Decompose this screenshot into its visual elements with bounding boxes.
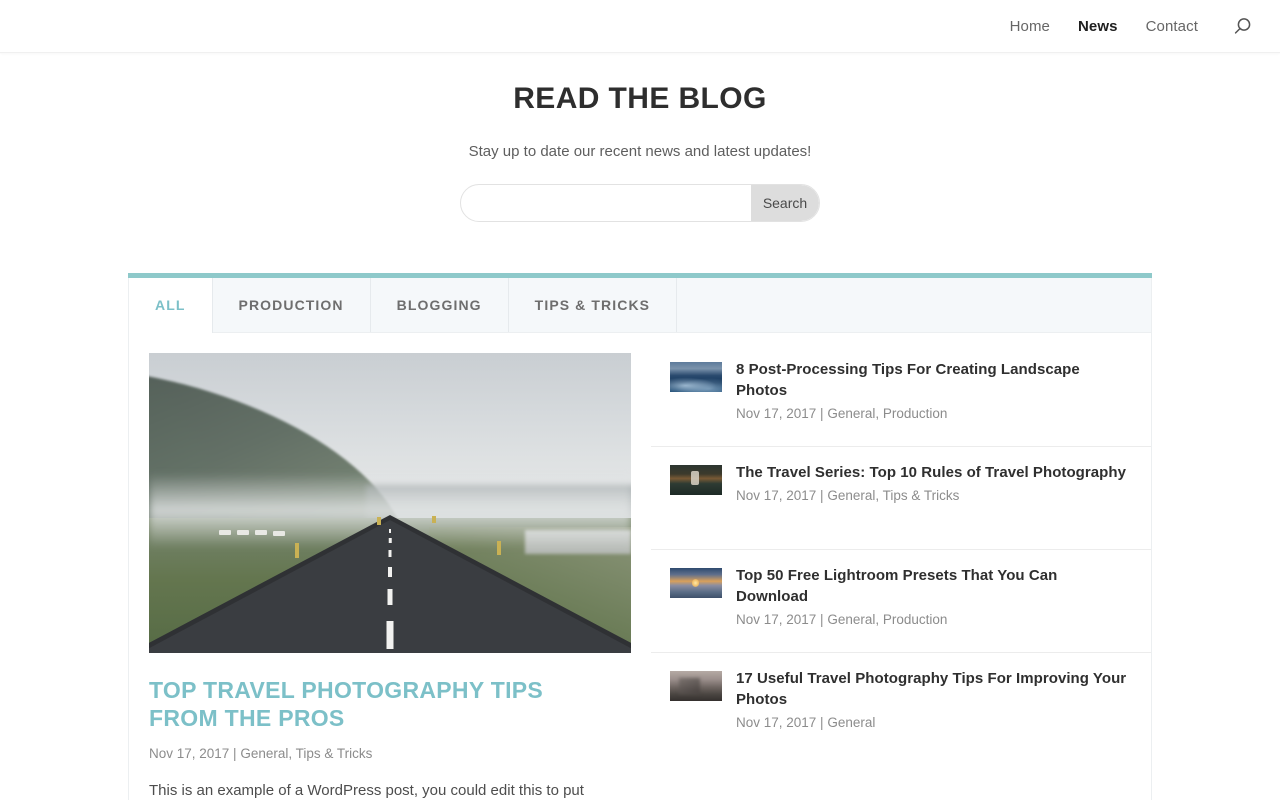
roadside-marker: [432, 516, 436, 523]
post-title[interactable]: Top 50 Free Lightroom Presets That You C…: [736, 565, 1131, 607]
post-list: 8 Post-Processing Tips For Creating Land…: [651, 333, 1151, 800]
featured-post-excerpt: This is an example of a WordPress post, …: [149, 782, 584, 799]
roadside-marker: [377, 517, 381, 525]
tab-production[interactable]: PRODUCTION: [213, 278, 371, 332]
post-thumbnail-sunset-over-water: [670, 568, 722, 598]
featured-post-image[interactable]: [149, 353, 631, 653]
tab-all[interactable]: ALL: [129, 278, 213, 333]
road-dash: [386, 621, 394, 649]
post-text: Top 50 Free Lightroom Presets That You C…: [736, 565, 1131, 629]
post-meta: Nov 17, 2017 | General, Production: [736, 612, 948, 627]
site-header: Home News Contact: [0, 0, 1280, 53]
fence-post: [219, 530, 231, 535]
search-input[interactable]: [461, 185, 751, 221]
post-meta: Nov 17, 2017 | General, Production: [736, 406, 948, 421]
primary-nav: Home News Contact: [996, 0, 1254, 53]
search-icon[interactable]: [1230, 14, 1254, 38]
blog-panel: ALL PRODUCTION BLOGGING TIPS & TRICKS TO…: [128, 273, 1152, 800]
category-tabbar: ALL PRODUCTION BLOGGING TIPS & TRICKS: [128, 278, 1152, 333]
roadside-marker: [497, 541, 501, 555]
page-head: READ THE BLOG Stay up to date our recent…: [0, 53, 1280, 222]
featured-post: TOP TRAVEL PHOTOGRAPHY TIPS FROM THE PRO…: [129, 333, 651, 800]
post-thumbnail-hazy-mountain-valley: [670, 671, 722, 701]
fence-post: [237, 530, 249, 535]
list-item[interactable]: 8 Post-Processing Tips For Creating Land…: [651, 344, 1151, 447]
post-title[interactable]: The Travel Series: Top 10 Rules of Trave…: [736, 462, 1131, 483]
road-dash: [387, 589, 393, 605]
tabbar-filler: [677, 278, 1151, 332]
tab-tips-and-tricks[interactable]: TIPS & TRICKS: [509, 278, 678, 332]
road-dash: [388, 538, 392, 543]
search-form: Search: [460, 184, 820, 222]
road-dash: [388, 567, 392, 577]
page-subtitle: Stay up to date our recent news and late…: [468, 143, 812, 160]
featured-post-meta: Nov 17, 2017 | General, Tips & Tricks: [149, 746, 373, 761]
list-item[interactable]: 17 Useful Travel Photography Tips For Im…: [651, 653, 1151, 756]
fence-post: [255, 530, 267, 535]
post-thumbnail-icy-lagoon: [670, 362, 722, 392]
post-title[interactable]: 8 Post-Processing Tips For Creating Land…: [736, 359, 1131, 401]
roadside-marker: [295, 543, 299, 558]
post-meta: Nov 17, 2017 | General, Tips & Tricks: [736, 488, 960, 503]
search-button[interactable]: Search: [751, 185, 819, 221]
panel-body: TOP TRAVEL PHOTOGRAPHY TIPS FROM THE PRO…: [128, 333, 1152, 800]
list-item[interactable]: The Travel Series: Top 10 Rules of Trave…: [651, 447, 1151, 550]
road-dash: [389, 529, 391, 533]
nav-item-home[interactable]: Home: [996, 0, 1064, 53]
road-dash: [388, 550, 392, 557]
post-meta: Nov 17, 2017 | General: [736, 715, 876, 730]
page-title: READ THE BLOG: [513, 82, 767, 115]
tab-blogging[interactable]: BLOGGING: [371, 278, 509, 332]
featured-post-title[interactable]: TOP TRAVEL PHOTOGRAPHY TIPS FROM THE PRO…: [149, 676, 609, 732]
post-text: The Travel Series: Top 10 Rules of Trave…: [736, 462, 1131, 505]
fence-post: [273, 531, 285, 536]
post-thumbnail-autumn-forest-lake: [670, 465, 722, 495]
list-item[interactable]: Top 50 Free Lightroom Presets That You C…: [651, 550, 1151, 653]
nav-item-news[interactable]: News: [1064, 0, 1132, 53]
post-title[interactable]: 17 Useful Travel Photography Tips For Im…: [736, 668, 1131, 710]
post-text: 8 Post-Processing Tips For Creating Land…: [736, 359, 1131, 423]
post-text: 17 Useful Travel Photography Tips For Im…: [736, 668, 1131, 732]
nav-item-contact[interactable]: Contact: [1132, 0, 1212, 53]
